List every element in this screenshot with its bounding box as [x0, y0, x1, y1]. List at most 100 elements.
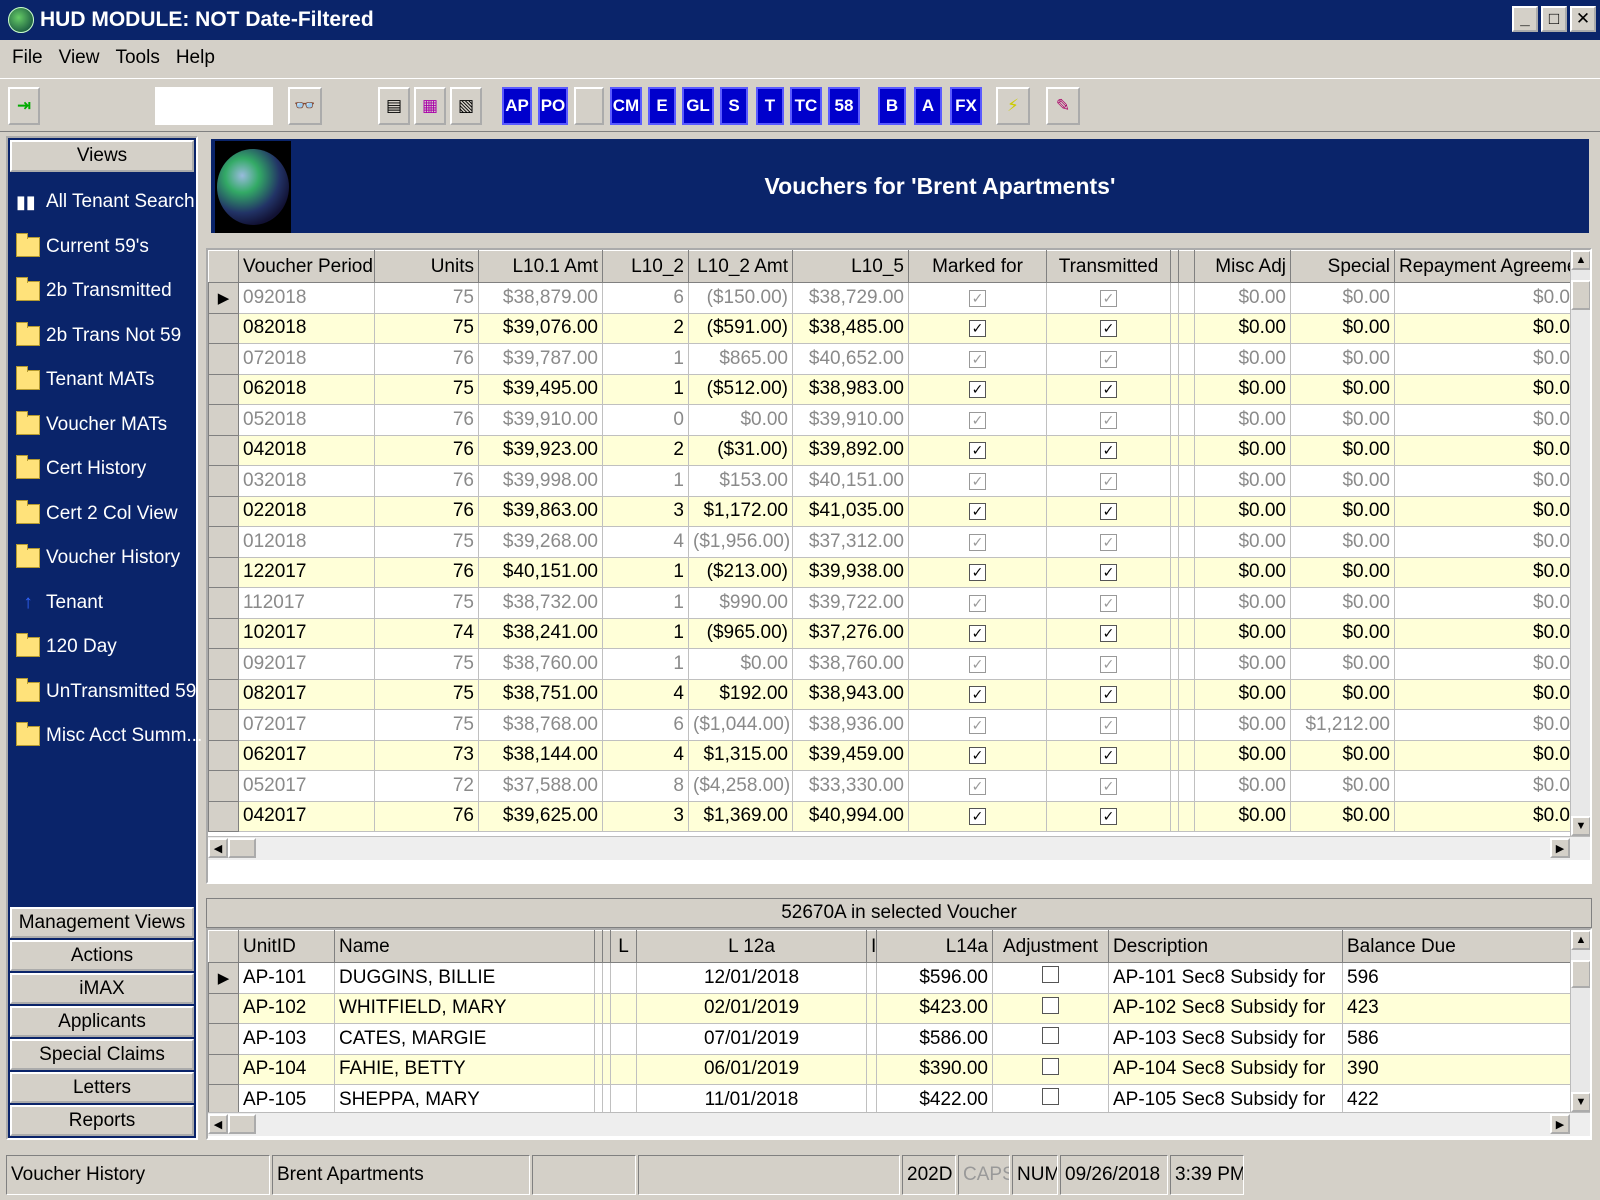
row-selector[interactable]: [208, 739, 239, 771]
row-selector[interactable]: [208, 556, 239, 588]
misc-adj-cell[interactable]: $0.00: [1194, 556, 1291, 588]
repayment-agreement-cell[interactable]: $0.0: [1394, 587, 1575, 619]
l10-1-amt-cell[interactable]: $38,144.00: [478, 739, 603, 771]
e-button[interactable]: E: [648, 87, 676, 125]
transmitted-checkbox[interactable]: ✓: [1100, 320, 1117, 338]
binoculars-icon[interactable]: 👓: [288, 87, 322, 125]
row-selector[interactable]: [208, 648, 239, 680]
misc-adj-cell[interactable]: $0.00: [1194, 312, 1291, 344]
l10-2-cell[interactable]: 4: [602, 526, 689, 558]
special-claims-button[interactable]: Special Claims: [10, 1039, 194, 1070]
col-misc-adj[interactable]: Misc Adj: [1194, 250, 1291, 283]
l10-2-amt-cell[interactable]: ($1,044.00): [688, 709, 793, 741]
description-cell[interactable]: AP-104 Sec8 Subsidy for: [1108, 1053, 1343, 1085]
po-button[interactable]: PO: [538, 87, 568, 125]
special-cell[interactable]: $0.00: [1290, 434, 1395, 466]
l12a-cell[interactable]: 07/01/2019: [636, 1023, 867, 1055]
l10-2-cell[interactable]: 6: [602, 282, 689, 314]
voucher-period-cell[interactable]: 052018: [238, 404, 375, 436]
management-views-button[interactable]: Management Views: [10, 907, 194, 938]
row-selector[interactable]: [208, 1053, 239, 1085]
col-adjustment[interactable]: Adjustment: [992, 930, 1109, 963]
unit-id-cell[interactable]: AP-101: [238, 962, 335, 994]
row-selector[interactable]: [208, 678, 239, 710]
menu-tools[interactable]: Tools: [115, 47, 159, 69]
units-cell[interactable]: 76: [374, 800, 479, 832]
b-button[interactable]: B: [878, 87, 906, 125]
table-row[interactable]: 102017 74 $38,241.00 1 ($965.00) $37,276.00 ✓ ✓…: [208, 617, 1575, 649]
l12a-cell[interactable]: 11/01/2018: [636, 1084, 867, 1116]
sidebar-item-voucher-mats[interactable]: Voucher MATs: [16, 403, 202, 448]
views-header-button[interactable]: Views: [10, 140, 194, 172]
l10-1-amt-cell[interactable]: $39,787.00: [478, 343, 603, 375]
misc-adj-cell[interactable]: $0.00: [1194, 739, 1291, 771]
unit-id-cell[interactable]: AP-104: [238, 1053, 335, 1085]
l10-5-cell[interactable]: $38,485.00: [792, 312, 909, 344]
transmitted-checkbox[interactable]: ✓: [1100, 655, 1117, 673]
transmitted-checkbox[interactable]: ✓: [1100, 381, 1117, 399]
balance-due-cell[interactable]: 390: [1342, 1053, 1575, 1085]
units-cell[interactable]: 76: [374, 434, 479, 466]
name-cell[interactable]: DUGGINS, BILLIE: [334, 962, 595, 994]
transmitted-checkbox[interactable]: ✓: [1100, 625, 1117, 643]
l10-2-amt-cell[interactable]: $1,315.00: [688, 739, 793, 771]
transmitted-checkbox[interactable]: ✓: [1100, 716, 1117, 734]
l10-5-cell[interactable]: $38,983.00: [792, 373, 909, 405]
special-cell[interactable]: $0.00: [1290, 800, 1395, 832]
l10-1-amt-cell[interactable]: $39,495.00: [478, 373, 603, 405]
units-cell[interactable]: 75: [374, 587, 479, 619]
unit-id-cell[interactable]: AP-103: [238, 1023, 335, 1055]
special-cell[interactable]: $0.00: [1290, 465, 1395, 497]
balance-due-cell[interactable]: 423: [1342, 992, 1575, 1024]
actions-button[interactable]: Actions: [10, 940, 194, 971]
row-selector[interactable]: [208, 1023, 239, 1055]
form-58-button[interactable]: 58: [828, 87, 860, 125]
l-cell[interactable]: [610, 1084, 637, 1116]
sidebar-item-untransmitted-59[interactable]: UnTransmitted 59: [16, 670, 202, 715]
marked-for-checkbox[interactable]: ✓: [969, 289, 986, 307]
l10-1-amt-cell[interactable]: $40,151.00: [478, 556, 603, 588]
scroll-left-icon[interactable]: ◀: [208, 838, 228, 858]
menu-view[interactable]: View: [59, 47, 100, 69]
l10-2-amt-cell[interactable]: $865.00: [688, 343, 793, 375]
l10-5-cell[interactable]: $33,330.00: [792, 770, 909, 802]
l10-5-cell[interactable]: $40,652.00: [792, 343, 909, 375]
tc-button[interactable]: TC: [790, 87, 822, 125]
sidebar-item-all-tenant-search[interactable]: ▮▮ All Tenant Search: [16, 180, 202, 225]
l10-5-cell[interactable]: $39,892.00: [792, 434, 909, 466]
misc-adj-cell[interactable]: $0.00: [1194, 526, 1291, 558]
repayment-agreement-cell[interactable]: $0.0: [1394, 526, 1575, 558]
scroll-right-icon[interactable]: ▶: [1550, 1114, 1570, 1134]
l10-2-amt-cell[interactable]: ($150.00): [688, 282, 793, 314]
special-cell[interactable]: $0.00: [1290, 739, 1395, 771]
name-cell[interactable]: SHEPPA, MARY: [334, 1084, 595, 1116]
transmitted-checkbox[interactable]: ✓: [1100, 411, 1117, 429]
l14a-cell[interactable]: $586.00: [876, 1023, 993, 1055]
adjustment-checkbox[interactable]: [1042, 1057, 1059, 1075]
l10-5-cell[interactable]: $39,910.00: [792, 404, 909, 436]
l10-1-amt-cell[interactable]: $39,268.00: [478, 526, 603, 558]
voucher-period-cell[interactable]: 072017: [238, 709, 375, 741]
repayment-agreement-cell[interactable]: $0.0: [1394, 373, 1575, 405]
l10-5-cell[interactable]: $40,994.00: [792, 800, 909, 832]
balance-due-cell[interactable]: 422: [1342, 1084, 1575, 1116]
units-cell[interactable]: 75: [374, 678, 479, 710]
l12a-cell[interactable]: 12/01/2018: [636, 962, 867, 994]
units-cell[interactable]: 73: [374, 739, 479, 771]
maximize-button[interactable]: □: [1541, 6, 1567, 32]
special-cell[interactable]: $0.00: [1290, 770, 1395, 802]
voucher-period-cell[interactable]: 122017: [238, 556, 375, 588]
l-cell[interactable]: [610, 1053, 637, 1085]
close-button[interactable]: ✕: [1570, 6, 1596, 32]
special-cell[interactable]: $0.00: [1290, 678, 1395, 710]
repayment-agreement-cell[interactable]: $0.0: [1394, 678, 1575, 710]
toolbar-search-input[interactable]: [155, 87, 273, 125]
l10-2-amt-cell[interactable]: $990.00: [688, 587, 793, 619]
l10-5-cell[interactable]: $38,936.00: [792, 709, 909, 741]
misc-adj-cell[interactable]: $0.00: [1194, 678, 1291, 710]
table-row[interactable]: AP-105 SHEPPA, MARY 11/01/2018 $422.00 AP-10…: [208, 1084, 1575, 1116]
misc-adj-cell[interactable]: $0.00: [1194, 404, 1291, 436]
table-row[interactable]: 012018 75 $39,268.00 4 ($1,956.00) $37,312.00…: [208, 526, 1575, 558]
letters-button[interactable]: Letters: [10, 1072, 194, 1103]
special-cell[interactable]: $0.00: [1290, 282, 1395, 314]
